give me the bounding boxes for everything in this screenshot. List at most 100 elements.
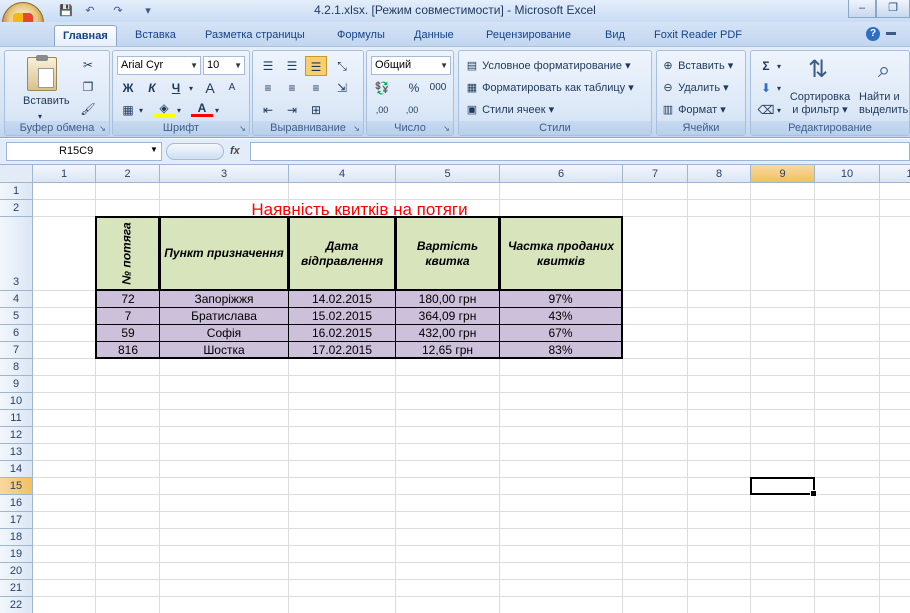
restore-button[interactable]: ❐ — [876, 0, 910, 18]
row-header[interactable]: 15 — [0, 478, 33, 495]
increase-indent-icon[interactable]: ⇥ — [281, 100, 303, 120]
fill-color-icon[interactable]: ◈ — [153, 100, 175, 117]
alignment-launcher-icon[interactable]: ↘ — [352, 124, 361, 133]
thousands-button[interactable]: 000 — [427, 78, 449, 98]
table-cell[interactable]: 43% — [499, 307, 623, 325]
fill-icon[interactable]: ⬇ — [755, 78, 777, 98]
formula-input[interactable] — [250, 142, 910, 161]
paste-button[interactable]: Вставить — [23, 93, 70, 109]
row-header[interactable]: 10 — [0, 393, 33, 410]
row-header[interactable]: 1 — [0, 183, 33, 200]
row-header[interactable]: 3 — [0, 217, 33, 291]
table-header-cell[interactable]: Вартість квитка — [395, 216, 500, 291]
table-cell[interactable]: 7 — [95, 307, 160, 325]
table-cell[interactable]: 364,09 грн — [395, 307, 500, 325]
underline-dropdown-icon[interactable]: ▾ — [189, 81, 193, 97]
find-select-button[interactable]: Найти и выделить — [859, 91, 910, 117]
row-header[interactable]: 18 — [0, 529, 33, 546]
table-cell[interactable]: 12,65 грн — [395, 341, 500, 359]
row-header[interactable]: 14 — [0, 461, 33, 478]
align-left-icon[interactable]: ≡ — [257, 78, 279, 98]
underline-button[interactable]: Ч — [165, 78, 187, 98]
row-header[interactable]: 7 — [0, 342, 33, 359]
column-header[interactable]: 2 — [96, 165, 160, 183]
shrink-font-button[interactable]: A — [221, 78, 243, 98]
undo-icon[interactable]: ↶ — [82, 3, 98, 19]
clear-icon[interactable]: ⌫ — [755, 100, 777, 120]
sort-filter-button[interactable]: Сортировка и фильтр ▾ — [787, 91, 853, 117]
table-cell[interactable]: Софія — [159, 324, 289, 342]
train-number-header[interactable]: № потяга — [95, 216, 160, 291]
decrease-indent-icon[interactable]: ⇤ — [257, 100, 279, 120]
formula-bar-resize-handle[interactable] — [166, 143, 224, 160]
row-header[interactable]: 13 — [0, 444, 33, 461]
format-cells-button[interactable]: ▥ Формат ▾ — [661, 102, 726, 118]
minimize-button[interactable]: – — [848, 0, 876, 18]
row-header[interactable]: 16 — [0, 495, 33, 512]
table-cell[interactable]: 14.02.2015 — [288, 290, 396, 308]
grow-font-button[interactable]: A — [199, 78, 221, 98]
column-header[interactable]: 5 — [396, 165, 500, 183]
delete-cells-button[interactable]: ⊖ Удалить ▾ — [661, 80, 728, 96]
tab-page-layout[interactable]: Разметка страницы — [197, 25, 313, 46]
worksheet-grid[interactable]: 1 2 3 4 5 6 7 8 9 10 1 1 2 3 4 5 6 7 8 9 10 11 12 13 14 15 16 17 18 1… — [0, 165, 910, 613]
bold-button[interactable]: Ж — [117, 78, 139, 98]
column-header[interactable]: 4 — [289, 165, 396, 183]
clipboard-launcher-icon[interactable]: ↘ — [98, 124, 107, 133]
column-header[interactable]: 1 — [33, 165, 96, 183]
copy-icon[interactable]: ❐ — [77, 77, 99, 97]
wrap-text-icon[interactable]: ⇲ — [331, 78, 353, 98]
align-right-icon[interactable]: ≡ — [305, 78, 327, 98]
borders-icon[interactable]: ▦ — [117, 100, 139, 120]
table-cell[interactable]: 83% — [499, 341, 623, 359]
cell-styles-button[interactable]: ▣ Стили ячеек ▾ — [465, 102, 554, 118]
name-box-dropdown-icon[interactable]: ▼ — [150, 145, 158, 154]
clear-dropdown-icon[interactable]: ▾ — [777, 103, 781, 119]
insert-cells-button[interactable]: ⊕ Вставить ▾ — [661, 58, 733, 74]
font-size-select[interactable]: 10 ▼ — [203, 56, 245, 75]
cut-icon[interactable]: ✂ — [77, 55, 99, 75]
row-header[interactable]: 20 — [0, 563, 33, 580]
column-header[interactable]: 3 — [160, 165, 289, 183]
row-header[interactable]: 2 — [0, 200, 33, 217]
table-cell[interactable]: 72 — [95, 290, 160, 308]
align-center-icon[interactable]: ≡ — [281, 78, 303, 98]
align-bottom-icon[interactable]: ☰ — [305, 56, 327, 76]
save-icon[interactable]: 💾 — [58, 3, 74, 19]
autosum-dropdown-icon[interactable]: ▾ — [777, 59, 781, 75]
font-name-select[interactable]: Arial Cyr ▼ — [117, 56, 201, 75]
number-format-dropdown-icon[interactable]: ▼ — [440, 57, 448, 74]
row-header[interactable]: 21 — [0, 580, 33, 597]
orientation-icon[interactable]: ⤡ — [331, 56, 353, 76]
italic-button[interactable]: К — [141, 78, 163, 98]
row-header[interactable]: 4 — [0, 291, 33, 308]
number-format-select[interactable]: Общий ▼ — [371, 56, 451, 75]
select-all-corner[interactable] — [0, 165, 33, 183]
active-cell[interactable] — [750, 477, 817, 497]
row-header[interactable]: 17 — [0, 512, 33, 529]
column-header[interactable]: 1 — [880, 165, 910, 183]
font-color-button[interactable]: A — [191, 100, 213, 117]
tab-review[interactable]: Рецензирование — [478, 25, 579, 46]
table-cell[interactable]: 97% — [499, 290, 623, 308]
format-painter-icon[interactable]: 🖌 — [77, 99, 99, 119]
row-header[interactable]: 19 — [0, 546, 33, 563]
table-cell[interactable]: 180,00 грн — [395, 290, 500, 308]
column-header[interactable]: 8 — [688, 165, 751, 183]
quick-access-more-icon[interactable]: ▾ — [140, 3, 156, 19]
font-launcher-icon[interactable]: ↘ — [238, 124, 247, 133]
name-box[interactable]: R15C9 — [6, 142, 162, 161]
redo-icon[interactable]: ↷ — [110, 3, 126, 19]
fill-dropdown-icon[interactable]: ▾ — [777, 81, 781, 97]
row-header[interactable]: 8 — [0, 359, 33, 376]
percent-button[interactable]: % — [403, 78, 425, 98]
row-header[interactable]: 12 — [0, 427, 33, 444]
column-header[interactable]: 9 — [751, 165, 815, 183]
tab-home[interactable]: Главная — [54, 25, 117, 46]
borders-dropdown-icon[interactable]: ▾ — [139, 103, 143, 119]
decrease-decimal-button[interactable]: ,00 — [401, 100, 423, 120]
tab-view[interactable]: Вид — [597, 25, 633, 46]
ribbon-minimize-icon[interactable]: ▬ — [886, 27, 896, 38]
font-color-dropdown-icon[interactable]: ▾ — [215, 103, 219, 119]
table-cell[interactable]: 17.02.2015 — [288, 341, 396, 359]
